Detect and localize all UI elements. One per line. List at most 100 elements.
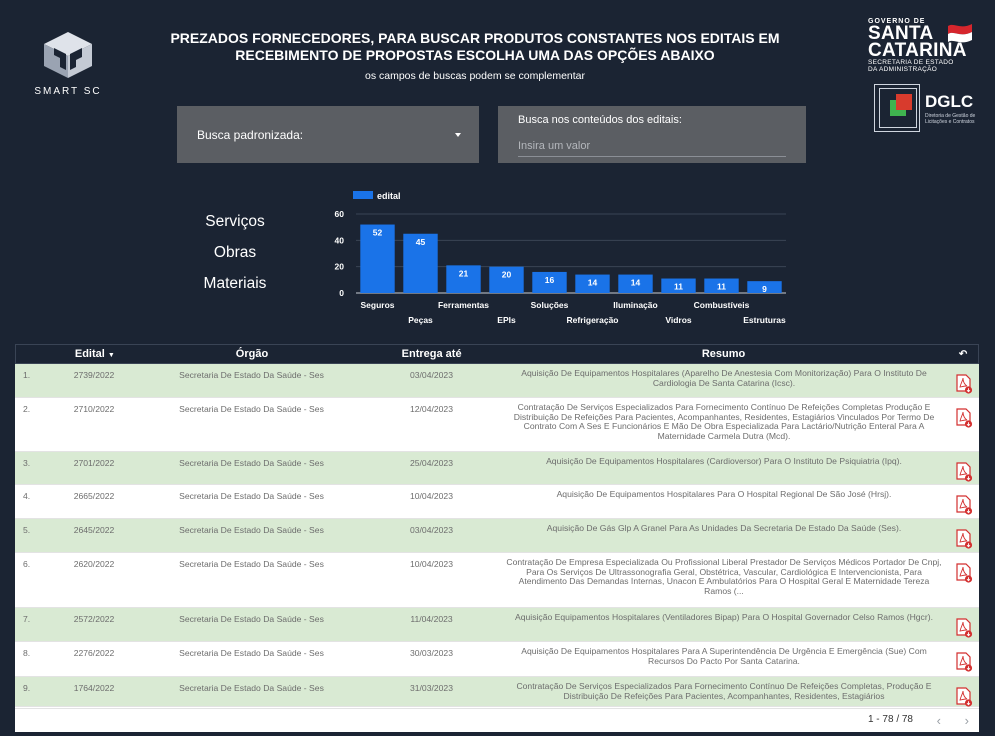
bar-value-label: 14 bbox=[588, 278, 598, 288]
row-index: 8. bbox=[23, 648, 31, 658]
page-header: PREZADOS FORNECEDORES, PARA BUSCAR PRODU… bbox=[160, 30, 790, 82]
header-resumo[interactable]: Resumo bbox=[499, 348, 948, 360]
dglc-logo-red-square bbox=[896, 94, 912, 110]
row-orgao: Secretaria De Estado Da Saúde - Ses bbox=[179, 458, 324, 468]
x-tick-label: Estruturas bbox=[743, 315, 786, 325]
sc-logo-sub2: DA ADMINISTRAÇÃO bbox=[868, 66, 938, 73]
category-servicos[interactable]: Serviços bbox=[180, 206, 290, 237]
santa-catarina-logo: GOVERNO DE SANTA CATARINA SECRETARIA DE … bbox=[868, 18, 978, 73]
row-resumo: Contratação De Serviços Especializados P… bbox=[513, 402, 935, 441]
row-index: 3. bbox=[23, 458, 31, 468]
y-tick-label: 60 bbox=[335, 209, 345, 219]
row-entrega: 31/03/2023 bbox=[409, 683, 453, 693]
pagination-info: 1 - 78 / 78 bbox=[867, 714, 913, 725]
row-resumo: Contratação De Empresa Especializada Ou … bbox=[506, 557, 942, 596]
x-tick-label: EPIs bbox=[497, 315, 516, 325]
x-tick-label: Ferramentas bbox=[438, 300, 489, 310]
row-index: 4. bbox=[23, 491, 31, 501]
bar-value-label: 14 bbox=[631, 278, 641, 288]
row-edital: 2572/2022 bbox=[73, 614, 115, 624]
table-row[interactable]: 6. 2620/2022 Secretaria De Estado Da Saúde… bbox=[15, 553, 979, 608]
pdf-icon[interactable] bbox=[955, 687, 973, 707]
bar-value-label: 9 bbox=[762, 284, 767, 294]
row-resumo: Aquisição De Equipamentos Hospitalares (… bbox=[546, 456, 902, 466]
page-title: PREZADOS FORNECEDORES, PARA BUSCAR PRODU… bbox=[170, 30, 780, 63]
pagination: 1 - 78 / 78 ‹ › bbox=[15, 708, 979, 732]
x-tick-label: Soluções bbox=[531, 300, 569, 310]
bar-value-label: 20 bbox=[502, 270, 512, 280]
table-row[interactable]: 9. 1764/2022 Secretaria De Estado Da Saúde… bbox=[15, 677, 979, 707]
row-orgao: Secretaria De Estado Da Saúde - Ses bbox=[179, 491, 324, 501]
chevron-right-icon[interactable]: › bbox=[965, 713, 969, 728]
editais-table: Edital ▼ Órgão Entrega até Resumo ↶ 1. 273… bbox=[15, 344, 979, 732]
header-edital[interactable]: Edital ▼ bbox=[50, 348, 140, 360]
chevron-left-icon[interactable]: ‹ bbox=[937, 713, 941, 728]
row-index: 1. bbox=[23, 370, 31, 380]
row-entrega: 11/04/2023 bbox=[410, 614, 453, 624]
row-entrega: 10/04/2023 bbox=[409, 491, 453, 501]
standard-search-label: Busca padronizada: bbox=[197, 128, 304, 142]
sort-desc-icon: ▼ bbox=[107, 352, 115, 359]
reset-icon[interactable]: ↶ bbox=[948, 348, 978, 360]
header-orgao[interactable]: Órgão bbox=[140, 348, 365, 360]
row-pdf bbox=[949, 485, 979, 518]
row-edital: 2620/2022 bbox=[73, 559, 115, 569]
row-resumo: Aquisição De Equipamentos Hospitalares (… bbox=[521, 368, 927, 388]
row-entrega: 25/04/2023 bbox=[409, 458, 453, 468]
row-edital: 2739/2022 bbox=[73, 370, 115, 380]
table-header: Edital ▼ Órgão Entrega até Resumo ↶ bbox=[15, 344, 979, 364]
bar-chart: edital 0 20 40 60 52 Seguros 45 Peças 21 Ferrament… bbox=[335, 191, 786, 325]
bar-value-label: 21 bbox=[459, 268, 469, 278]
table-row[interactable]: 1. 2739/2022 Secretaria De Estado Da Saúde… bbox=[15, 364, 979, 398]
pdf-icon[interactable] bbox=[955, 652, 973, 672]
pdf-icon[interactable] bbox=[955, 529, 973, 549]
row-pdf bbox=[949, 452, 979, 484]
content-search-input[interactable] bbox=[518, 135, 786, 157]
table-row[interactable]: 7. 2572/2022 Secretaria De Estado Da Saúde… bbox=[15, 608, 979, 642]
table-row[interactable]: 2. 2710/2022 Secretaria De Estado Da Saúde… bbox=[15, 398, 979, 452]
bar-value-label: 16 bbox=[545, 275, 555, 285]
header-entrega[interactable]: Entrega até bbox=[364, 348, 499, 360]
pdf-icon[interactable] bbox=[955, 462, 973, 482]
table-row[interactable]: 5. 2645/2022 Secretaria De Estado Da Saúde… bbox=[15, 519, 979, 553]
row-edital: 2276/2022 bbox=[73, 648, 115, 658]
pdf-icon[interactable] bbox=[955, 495, 973, 515]
pdf-icon[interactable] bbox=[955, 408, 973, 428]
smart-sc-logo-text: SMART SC bbox=[34, 86, 102, 97]
table-row[interactable]: 4. 2665/2022 Secretaria De Estado Da Saúde… bbox=[15, 485, 979, 519]
row-resumo: Aquisição De Equipamentos Hospitalares P… bbox=[521, 646, 927, 666]
pdf-icon[interactable] bbox=[955, 563, 973, 583]
row-pdf bbox=[949, 608, 979, 641]
category-obras[interactable]: Obras bbox=[180, 237, 290, 268]
row-edital: 1764/2022 bbox=[73, 683, 115, 693]
row-orgao: Secretaria De Estado Da Saúde - Ses bbox=[179, 559, 324, 569]
x-tick-label: Iluminação bbox=[613, 300, 657, 310]
pdf-icon[interactable] bbox=[955, 374, 973, 394]
table-row[interactable]: 3. 2701/2022 Secretaria De Estado Da Saúde… bbox=[15, 452, 979, 485]
row-pdf bbox=[949, 553, 979, 607]
y-tick-label: 40 bbox=[335, 235, 345, 245]
category-links: Serviços Obras Materiais bbox=[180, 206, 290, 299]
x-tick-label: Vidros bbox=[665, 315, 692, 325]
dglc-logo-label: DGLC bbox=[925, 92, 974, 111]
pdf-icon[interactable] bbox=[955, 618, 973, 638]
row-entrega: 10/04/2023 bbox=[409, 559, 453, 569]
sc-logo-line2: CATARINA bbox=[868, 40, 967, 61]
smart-sc-logo: SMART SC bbox=[28, 30, 108, 97]
row-entrega: 03/04/2023 bbox=[409, 370, 453, 380]
row-pdf bbox=[949, 642, 979, 676]
standard-search-dropdown[interactable]: Busca padronizada: bbox=[177, 106, 479, 163]
row-entrega: 12/04/2023 bbox=[409, 404, 453, 414]
sc-flag-icon bbox=[948, 24, 972, 43]
bar-value-label: 11 bbox=[717, 282, 726, 292]
row-edital: 2701/2022 bbox=[73, 458, 115, 468]
category-materiais[interactable]: Materiais bbox=[180, 268, 290, 299]
table-row[interactable]: 8. 2276/2022 Secretaria De Estado Da Saúde… bbox=[15, 642, 979, 677]
x-tick-label: Seguros bbox=[360, 300, 394, 310]
legend-label: edital bbox=[377, 191, 401, 201]
x-tick-label: Combustíveis bbox=[694, 300, 750, 310]
bar-value-label: 45 bbox=[416, 237, 426, 247]
bar-value-label: 52 bbox=[373, 228, 383, 238]
page-subtitle: os campos de buscas podem se complementa… bbox=[364, 70, 586, 82]
y-tick-label: 20 bbox=[335, 262, 345, 272]
